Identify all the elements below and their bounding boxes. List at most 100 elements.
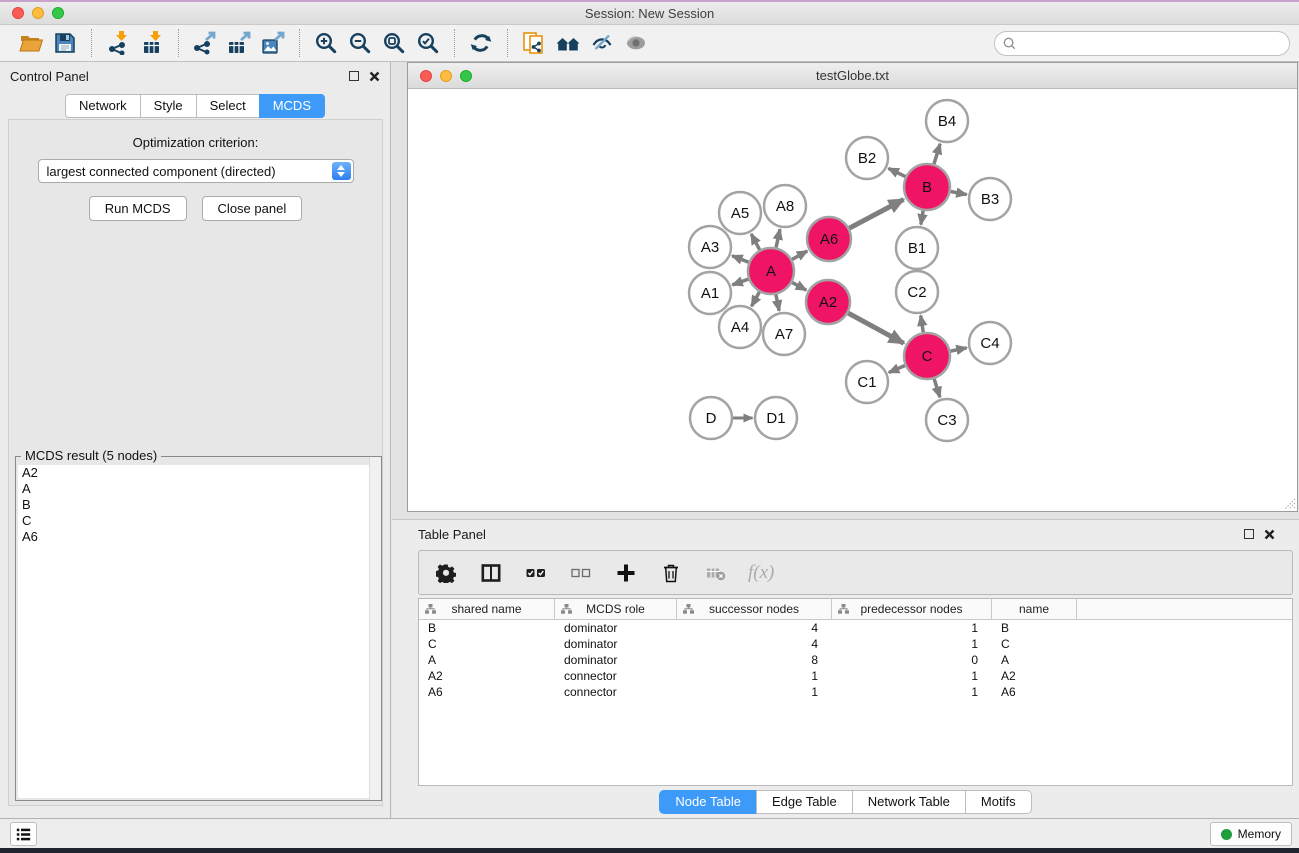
graph-edge-C-C1[interactable] [889,366,905,373]
table-cell[interactable]: C [419,636,555,652]
float-table-panel-icon[interactable] [1244,529,1254,539]
table-cell[interactable]: dominator [555,652,677,668]
result-item[interactable]: A [18,481,379,497]
table-cell[interactable]: 4 [677,636,832,652]
graph-edge-A-A2[interactable] [792,282,806,290]
memory-button[interactable]: Memory [1210,822,1292,846]
export-image-button[interactable] [256,28,290,58]
add-column-button[interactable] [613,560,639,586]
graph-edge-A-A8[interactable] [776,229,780,247]
table-cell[interactable]: A2 [419,668,555,684]
zoom-out-button[interactable] [343,28,377,58]
import-network-button[interactable] [101,28,135,58]
run-mcds-button[interactable]: Run MCDS [89,196,187,221]
table-cell[interactable]: connector [555,684,677,700]
table-cell[interactable]: 1 [832,636,992,652]
tab-mcds[interactable]: MCDS [259,94,325,118]
column-header-MCDS-role[interactable]: MCDS role [555,599,677,619]
table-row[interactable]: A6connector11A6 [419,684,1292,700]
delete-table-button[interactable] [703,560,729,586]
table-row[interactable]: Bdominator41B [419,620,1292,636]
node-table[interactable]: shared nameMCDS rolesuccessor nodesprede… [418,598,1293,786]
table-cell[interactable]: B [992,620,1077,636]
graph-edge-B-B3[interactable] [951,191,967,194]
table-cell[interactable]: A6 [419,684,555,700]
table-cell[interactable]: 1 [832,620,992,636]
graph-edge-C-C2[interactable] [921,315,924,332]
graph-edge-A-A4[interactable] [752,292,760,306]
graph-edge-C-C3[interactable] [934,379,940,397]
criterion-select[interactable]: largest connected component (directed) [38,159,354,183]
open-session-button[interactable] [14,28,48,58]
table-cell[interactable]: C [992,636,1077,652]
graph-edge-B-B1[interactable] [921,211,923,225]
column-header-predecessor-nodes[interactable]: predecessor nodes [832,599,992,619]
column-header-successor-nodes[interactable]: successor nodes [677,599,832,619]
close-table-panel-icon[interactable] [1264,529,1275,540]
network-view-window[interactable]: testGlobe.txt AA1A2A3A4A5A6A7A8BB1B2B3B4… [407,62,1298,512]
result-item[interactable]: C [18,513,379,529]
table-cell[interactable]: 8 [677,652,832,668]
table-cell[interactable]: connector [555,668,677,684]
result-item[interactable]: B [18,497,379,513]
result-scrollbar[interactable] [369,457,381,800]
column-header-name[interactable]: name [992,599,1077,619]
format-panel-button[interactable] [478,560,504,586]
table-cell[interactable]: dominator [555,620,677,636]
deselect-all-button[interactable] [568,560,594,586]
network-graph-canvas[interactable]: AA1A2A3A4A5A6A7A8BB1B2B3B4CC1C2C3C4DD1 [408,89,1297,511]
tab-select[interactable]: Select [196,94,260,118]
graph-edge-C-C4[interactable] [951,348,967,351]
network-window-titlebar[interactable]: testGlobe.txt [408,63,1297,89]
home-view-button[interactable] [551,28,585,58]
graph-edge-A-A6[interactable] [792,251,807,259]
window-resize-grip[interactable] [1283,497,1296,510]
task-history-button[interactable] [10,822,37,846]
tab-motifs[interactable]: Motifs [965,790,1032,814]
export-table-button[interactable] [222,28,256,58]
graph-edge-B-B4[interactable] [934,144,940,164]
column-header-shared-name[interactable]: shared name [419,599,555,619]
table-cell[interactable]: 4 [677,620,832,636]
table-row[interactable]: A2connector11A2 [419,668,1292,684]
zoom-in-button[interactable] [309,28,343,58]
table-cell[interactable]: A [419,652,555,668]
table-cell[interactable]: 1 [832,684,992,700]
graph-edge-A-A1[interactable] [732,279,748,285]
close-panel-icon[interactable] [369,71,380,82]
table-row[interactable]: Adominator80A [419,652,1292,668]
table-cell[interactable]: B [419,620,555,636]
table-cell[interactable]: dominator [555,636,677,652]
tab-style[interactable]: Style [140,94,197,118]
table-cell[interactable]: A [992,652,1077,668]
delete-columns-button[interactable] [658,560,684,586]
table-cell[interactable]: 1 [677,668,832,684]
graph-edge-A-A5[interactable] [751,234,759,250]
table-cell[interactable]: 0 [832,652,992,668]
table-cell[interactable]: 1 [677,684,832,700]
mcds-result-list[interactable]: A2ABCA6 [18,465,379,798]
export-network-button[interactable] [188,28,222,58]
graph-edge-A2-C[interactable] [848,313,904,343]
tab-edge-table[interactable]: Edge Table [756,790,853,814]
graph-edge-A-A3[interactable] [732,256,749,263]
refresh-view-button[interactable] [464,28,498,58]
birdseye-view-button[interactable] [619,28,653,58]
zoom-fit-button[interactable] [377,28,411,58]
table-cell[interactable]: 1 [832,668,992,684]
result-item[interactable]: A6 [18,529,379,545]
table-cell[interactable]: A2 [992,668,1077,684]
show-graphics-details-button[interactable] [585,28,619,58]
tab-network[interactable]: Network [65,94,141,118]
import-table-button[interactable] [135,28,169,58]
table-cell[interactable]: A6 [992,684,1077,700]
graph-edge-B-B2[interactable] [888,168,905,176]
zoom-selected-button[interactable] [411,28,445,58]
select-all-button[interactable] [523,560,549,586]
new-session-from-network-button[interactable] [517,28,551,58]
save-session-button[interactable] [48,28,82,58]
table-options-button[interactable] [433,560,459,586]
tab-node-table[interactable]: Node Table [659,790,757,814]
function-builder-button[interactable]: f(x) [748,560,774,586]
result-item[interactable]: A2 [18,465,379,481]
